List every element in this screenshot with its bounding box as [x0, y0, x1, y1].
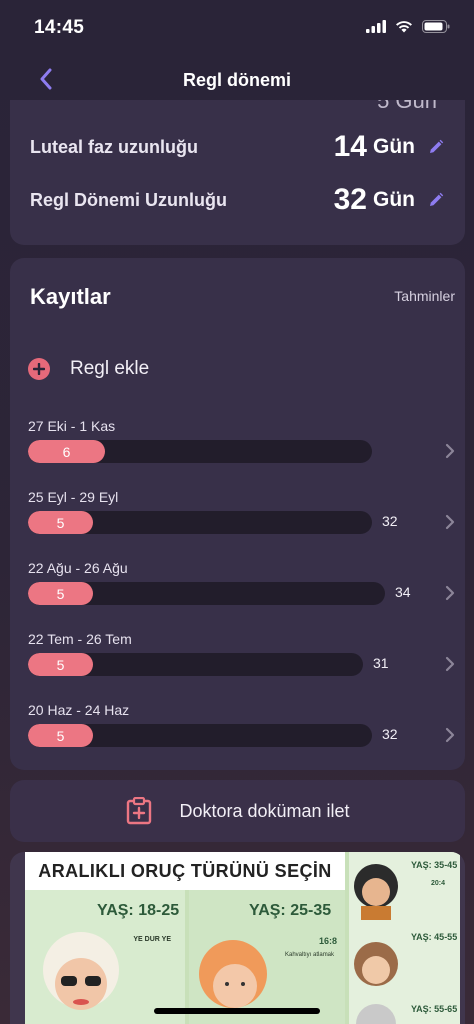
- signal-icon: [366, 20, 386, 38]
- period-date: 25 Eyl - 29 Eyl: [28, 489, 119, 505]
- edit-period-length-button[interactable]: [427, 191, 445, 209]
- period-days-bar: 5: [28, 724, 93, 747]
- luteal-phase-row: Luteal faz uzunluğu 14 Gün: [30, 127, 445, 167]
- woman-illustration-icon: [356, 1004, 396, 1024]
- chevron-right-icon: [442, 726, 458, 744]
- plus-icon: [28, 358, 50, 380]
- status-icons: [366, 20, 450, 38]
- pencil-icon: [430, 139, 444, 153]
- promo-column-2: YAŞ: 25-35 16:8 Kahvaltıyı atlamak: [189, 890, 345, 1024]
- woman-illustration-icon: [354, 942, 398, 986]
- period-row[interactable]: 25 Eyl - 29 Eyl 5 32: [28, 489, 458, 549]
- home-indicator: [154, 1008, 320, 1014]
- records-title: Kayıtlar: [30, 284, 111, 309]
- period-row[interactable]: 27 Eki - 1 Kas 6: [28, 418, 458, 478]
- chevron-right-icon: [442, 655, 458, 673]
- add-period-button[interactable]: Regl ekle: [28, 358, 149, 380]
- luteal-phase-value: 14: [333, 130, 367, 163]
- woman-illustration-icon: [354, 864, 398, 920]
- period-days-bar: 6: [28, 440, 105, 463]
- clipboard-plus-icon: [125, 797, 153, 825]
- period-date: 27 Eki - 1 Kas: [28, 418, 116, 434]
- period-length-unit: Gün: [373, 188, 415, 211]
- battery-icon: [422, 20, 450, 38]
- woman-illustration-icon: [43, 932, 119, 1010]
- promo-age-1: YAŞ: 18-25: [97, 902, 180, 919]
- send-document-button[interactable]: Doktora doküman ilet: [10, 780, 465, 842]
- cycle-length-label: 34: [395, 584, 411, 600]
- pencil-icon: [430, 192, 444, 206]
- promo-side-column: YAŞ: 35-45 20:4 YAŞ: 45-55 YAŞ: 55-65: [349, 852, 460, 1024]
- period-date: 22 Tem - 26 Tem: [28, 631, 132, 647]
- promo-plan-2: 16:8: [319, 936, 338, 946]
- promo-headline: ARALIKLI ORUÇ TÜRÜNÜ SEÇİN: [25, 852, 345, 890]
- promo-banner[interactable]: ARALIKLI ORUÇ TÜRÜNÜ SEÇİN YAŞ: 18-25 YE…: [10, 852, 465, 1024]
- period-row[interactable]: 22 Tem - 26 Tem 5 31: [28, 631, 458, 691]
- cycle-track: 5: [28, 724, 372, 747]
- cycle-length-label: 32: [382, 513, 398, 529]
- luteal-phase-unit: Gün: [373, 135, 415, 158]
- promo-text-2: Kahvaltıyı atlamak: [285, 952, 335, 958]
- period-row[interactable]: 22 Ağu - 26 Ağu 5 34: [28, 560, 458, 620]
- period-date: 22 Ağu - 26 Ağu: [28, 560, 128, 576]
- promo-column-1: YAŞ: 18-25 YE DUR YE: [25, 890, 185, 1024]
- period-row[interactable]: 20 Haz - 24 Haz 5 32: [28, 702, 458, 762]
- wifi-icon: [395, 20, 413, 38]
- cycle-length-label: 32: [382, 726, 398, 742]
- luteal-phase-label: Luteal faz uzunluğu: [30, 136, 198, 157]
- promo-age-4: YAŞ: 45-55: [411, 932, 458, 942]
- chevron-right-icon: [442, 442, 458, 460]
- page-title: Regl dönemi: [182, 70, 291, 90]
- promo-age-5: YAŞ: 55-65: [411, 1004, 458, 1014]
- cycle-track: 5: [28, 511, 372, 534]
- navigation-bar: Regl dönemi: [0, 56, 474, 106]
- intermittent-fasting-infographic: ARALIKLI ORUÇ TÜRÜNÜ SEÇİN YAŞ: 18-25 YE…: [25, 852, 460, 1024]
- chevron-right-icon: [442, 513, 458, 531]
- records-card: Kayıtlar Tahminler Regl ekle 27 Eki - 1 …: [10, 258, 465, 770]
- cycle-length-label: 31: [373, 655, 389, 671]
- promo-plan-3: 20:4: [431, 880, 446, 887]
- period-days-bar: 5: [28, 511, 93, 534]
- cycle-parameters-card: 5 Gün Luteal faz uzunluğu 14 Gün Regl Dö…: [10, 100, 465, 245]
- period-length-row: Regl Dönemi Uzunluğu 32 Gün: [30, 180, 445, 220]
- edit-luteal-button[interactable]: [427, 138, 445, 156]
- period-days-bar: 5: [28, 582, 93, 605]
- period-date: 20 Haz - 24 Haz: [28, 702, 130, 718]
- cycle-track: 5: [28, 653, 363, 676]
- status-time: 14:45: [34, 17, 85, 38]
- add-period-label: Regl ekle: [70, 358, 150, 379]
- cycle-track: 5: [28, 582, 385, 605]
- period-length-value: 32: [333, 183, 367, 216]
- chevron-right-icon: [442, 584, 458, 602]
- promo-age-3: YAŞ: 35-45: [411, 860, 458, 870]
- promo-age-2: YAŞ: 25-35: [249, 902, 332, 919]
- status-bar: 14:45: [0, 0, 474, 54]
- period-days-bar: 5: [28, 653, 93, 676]
- clipped-value: 5 Gün: [377, 100, 437, 113]
- send-document-label: Doktora doküman ilet: [179, 800, 350, 821]
- cycle-track: 6: [28, 440, 372, 463]
- period-length-label: Regl Dönemi Uzunluğu: [30, 189, 227, 210]
- predictions-link[interactable]: Tahminler: [394, 288, 455, 304]
